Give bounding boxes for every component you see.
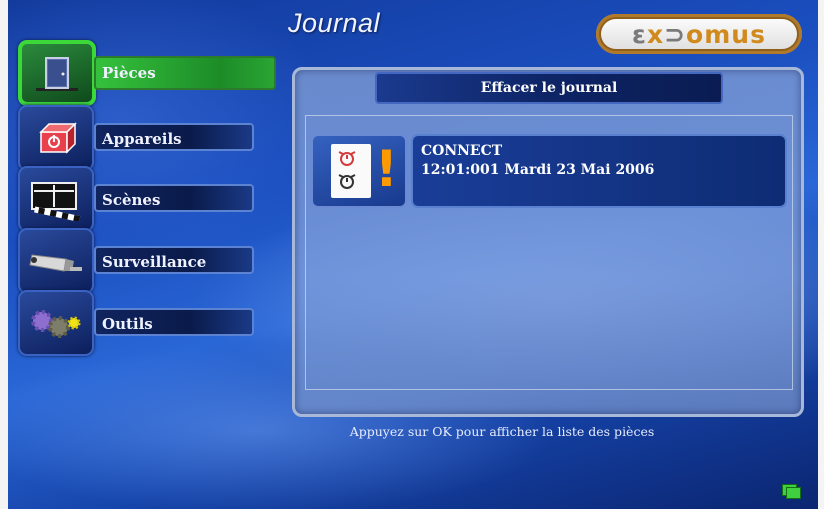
status-indicator-icon <box>782 484 801 499</box>
clapperboard-icon <box>18 166 94 232</box>
menu-item-surveillance[interactable]: Surveillance <box>18 228 262 294</box>
alert-icon[interactable]: ! <box>311 134 407 208</box>
journal-panel: Effacer le journal ! CONNECT 12:01:001 M… <box>292 67 804 417</box>
door-icon <box>18 40 96 106</box>
menu-item-outils[interactable]: Outils <box>18 290 262 356</box>
entry-datetime: 12:01:001 Mardi 23 Mai 2006 <box>421 162 655 178</box>
clear-journal-button[interactable]: Effacer le journal <box>375 72 723 104</box>
menu-label-scenes: Scènes <box>94 184 254 212</box>
journal-screen: Journal εx⊃omus Pièces Appareils Scènes … <box>0 0 824 509</box>
journal-entry[interactable]: CONNECT 12:01:001 Mardi 23 Mai 2006 <box>411 134 787 208</box>
camera-icon <box>18 228 94 294</box>
menu-label-outils: Outils <box>94 308 254 336</box>
alarm-card-icon <box>331 144 371 198</box>
menu-item-appareils[interactable]: Appareils <box>18 105 262 171</box>
menu-label-pieces: Pièces <box>94 56 276 90</box>
page-title: Journal <box>288 8 381 38</box>
menu-label-appareils: Appareils <box>94 123 254 151</box>
menu-label-surveillance: Surveillance <box>94 246 254 274</box>
gears-icon <box>18 290 94 356</box>
entry-event: CONNECT <box>421 143 503 159</box>
menu-item-pieces[interactable]: Pièces <box>18 40 276 106</box>
hint-text: Appuyez sur OK pour afficher la liste de… <box>349 424 655 439</box>
exclamation-icon: ! <box>375 140 398 198</box>
menu-item-scenes[interactable]: Scènes <box>18 166 262 232</box>
exdomus-logo: εx⊃omus <box>596 14 802 54</box>
power-box-icon <box>18 105 94 171</box>
